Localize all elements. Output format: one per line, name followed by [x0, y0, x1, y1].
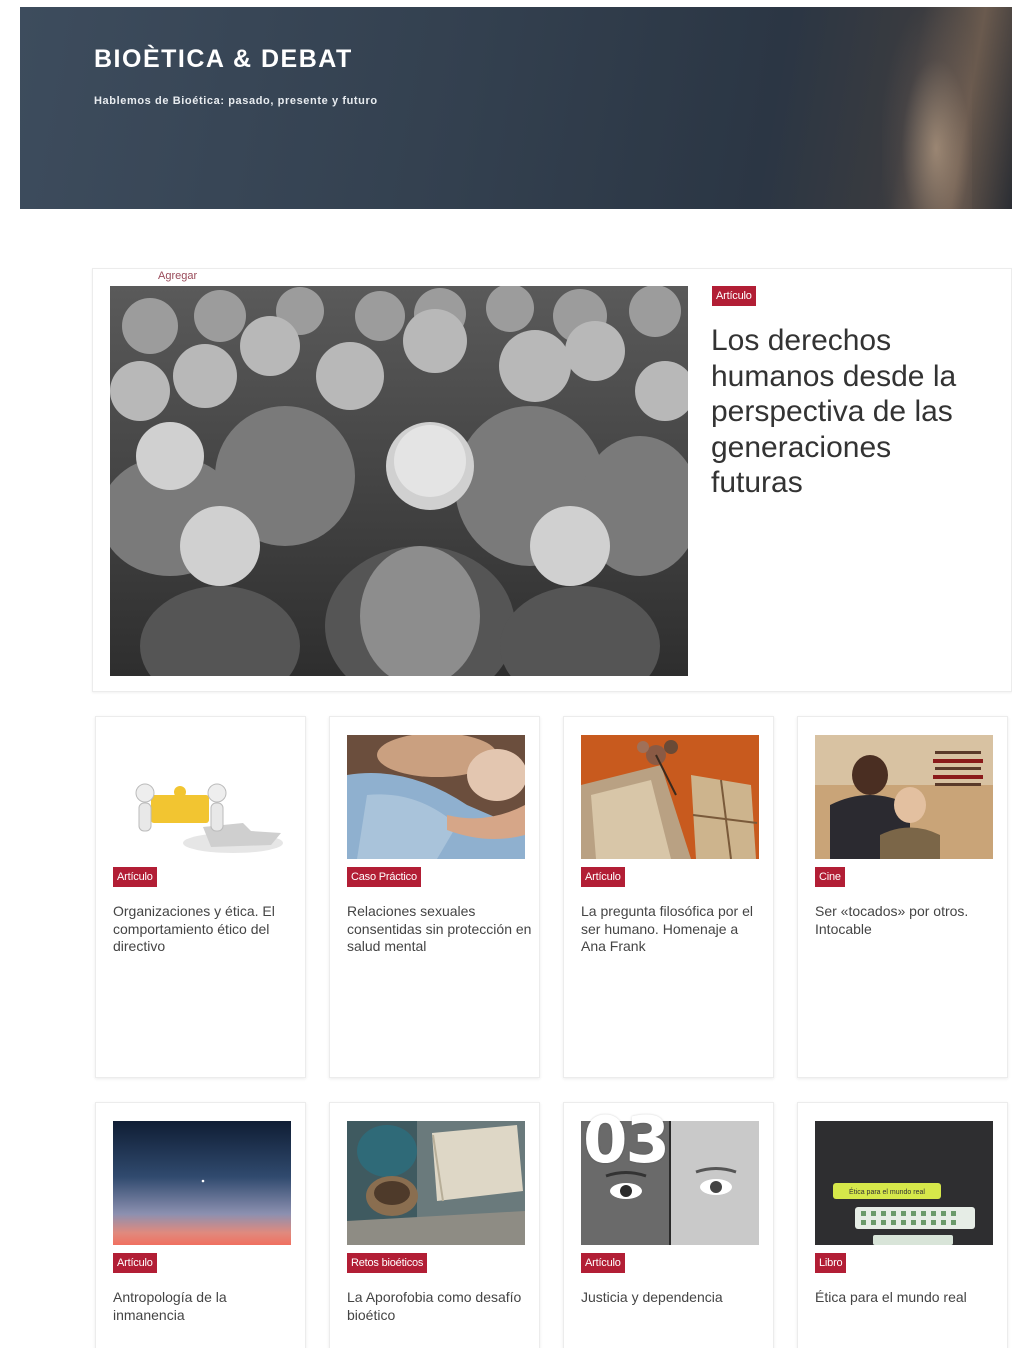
- card-image: [113, 1121, 291, 1245]
- article-card[interactable]: Artículo Antropología de la inmanencia: [95, 1102, 306, 1348]
- card-image: [581, 735, 759, 859]
- overlay-number: 03: [583, 1104, 670, 1178]
- movie-poster: [815, 735, 993, 859]
- couple-photo: [347, 735, 525, 859]
- article-card[interactable]: Caso Práctico Relaciones sexuales consen…: [329, 716, 540, 1078]
- letters-photo: [581, 735, 759, 859]
- article-card[interactable]: Artículo Organizaciones y ética. El comp…: [95, 716, 306, 1078]
- card-title[interactable]: Relaciones sexuales consentidas sin prot…: [347, 903, 532, 956]
- book-cover-banner: Ética para el mundo real: [849, 1187, 925, 1196]
- category-badge[interactable]: Artículo: [113, 1253, 157, 1273]
- help-sign-photo: [347, 1121, 525, 1245]
- site-subtitle: Hablemos de Bioética: pasado, presente y…: [94, 95, 378, 107]
- site-title[interactable]: BIOÈTICA & DEBAT: [94, 45, 353, 74]
- card-title[interactable]: La Aporofobia como desafío bioético: [347, 1289, 532, 1324]
- article-card[interactable]: Retos bioéticos La Aporofobia como desaf…: [329, 1102, 540, 1348]
- category-badge[interactable]: Artículo: [581, 867, 625, 887]
- add-link[interactable]: Agregar: [158, 270, 197, 282]
- card-title[interactable]: Antropología de la inmanencia: [113, 1289, 298, 1324]
- card-title[interactable]: Ser «tocados» por otros. Intocable: [815, 903, 1000, 938]
- card-title[interactable]: Organizaciones y ética. El comportamient…: [113, 903, 298, 956]
- card-image: [113, 735, 291, 859]
- puzzle-illustration: [113, 735, 291, 859]
- card-title[interactable]: Ética para el mundo real: [815, 1289, 1000, 1307]
- category-badge[interactable]: Caso Práctico: [347, 867, 421, 887]
- card-title[interactable]: Justicia y dependencia: [581, 1289, 766, 1307]
- book-cover: Ética para el mundo real: [815, 1121, 993, 1245]
- card-image: [347, 1121, 525, 1245]
- category-badge[interactable]: Artículo: [581, 1253, 625, 1273]
- card-title[interactable]: La pregunta filosófica por el ser humano…: [581, 903, 766, 956]
- category-badge[interactable]: Artículo: [113, 867, 157, 887]
- card-image: [347, 735, 525, 859]
- article-card[interactable]: Artículo La pregunta filosófica por el s…: [563, 716, 774, 1078]
- featured-image[interactable]: [110, 286, 688, 676]
- sky-gradient: [113, 1121, 291, 1245]
- site-header: BIOÈTICA & DEBAT Hablemos de Bioética: p…: [20, 7, 1012, 209]
- category-badge[interactable]: Libro: [815, 1253, 847, 1273]
- article-card[interactable]: Cine Ser «tocados» por otros. Intocable: [797, 716, 1008, 1078]
- featured-article-title[interactable]: Los derechos humanos desde la perspectiv…: [711, 323, 991, 501]
- card-image: [815, 735, 993, 859]
- crowd-photo: [110, 286, 688, 676]
- category-badge[interactable]: Retos bioéticos: [347, 1253, 428, 1273]
- featured-category-badge[interactable]: Artículo: [712, 286, 756, 306]
- header-glow: [882, 7, 972, 209]
- article-card[interactable]: Ética para el mundo real Libro Ética par…: [797, 1102, 1008, 1348]
- card-image: Ética para el mundo real: [815, 1121, 993, 1245]
- category-badge[interactable]: Cine: [815, 867, 845, 887]
